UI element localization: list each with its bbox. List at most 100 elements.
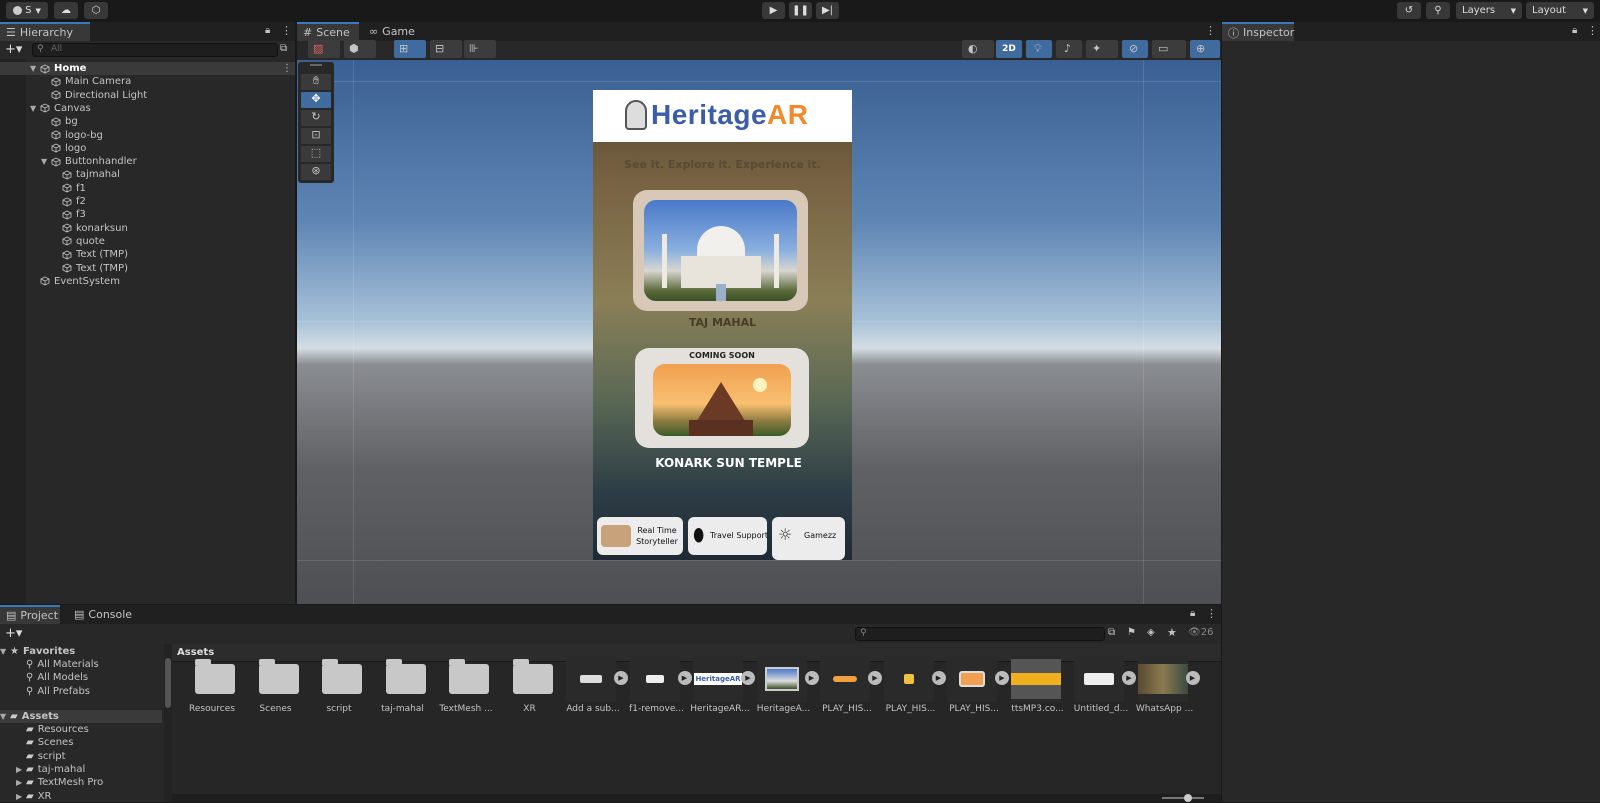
folder-icon — [195, 659, 235, 694]
hierarchy-item[interactable]: tajmahal — [0, 168, 295, 181]
hierarchy-item[interactable]: f3 — [0, 208, 295, 221]
step-button[interactable]: ▶| — [816, 2, 839, 19]
hand-tool[interactable]: ✋︎ — [301, 74, 331, 90]
hierarchy-item[interactable]: konarksun — [0, 222, 295, 235]
account-dropdown[interactable]: S ▼ — [6, 2, 48, 19]
draw-mode-button[interactable]: ◐ — [962, 40, 994, 58]
tab-scene[interactable]: # Scene — [297, 22, 359, 41]
hierarchy-item[interactable]: quote — [0, 235, 295, 248]
hierarchy-item-label: Buttonhandler — [65, 156, 137, 168]
unity-scene-icon — [40, 63, 50, 74]
asset-label: WhatsApp ... — [1135, 704, 1194, 714]
hierarchy-item[interactable]: Text (TMP) — [0, 248, 295, 261]
hierarchy-item[interactable]: logo — [0, 142, 295, 155]
rect-tool[interactable]: ⬚ — [301, 146, 331, 162]
cloud-button[interactable]: ☁ — [54, 2, 78, 19]
more-options-icon[interactable]: ⋮ — [281, 24, 292, 37]
hierarchy-item[interactable]: Directional Light — [0, 89, 295, 102]
expand-play-icon[interactable]: ▶ — [995, 671, 1009, 685]
expand-play-icon[interactable]: ▶ — [1185, 671, 1200, 685]
expand-play-icon[interactable]: ▶ — [677, 671, 692, 685]
hierarchy-item[interactable]: EventSystem — [0, 275, 295, 288]
hierarchy-item-label: f1 — [76, 182, 86, 194]
scale-tool[interactable]: ⊡ — [301, 128, 331, 144]
expand-play-icon[interactable]: ▶ — [804, 671, 819, 685]
expand-play-icon[interactable]: ▶ — [868, 671, 882, 685]
gameobject-icon — [51, 157, 61, 167]
hierarchy-item-label: Text (TMP) — [76, 262, 128, 274]
travel-support-button[interactable]: ⬮ Travel Support — [688, 517, 768, 555]
transform-tool[interactable]: ⊛ — [301, 164, 331, 180]
storyteller-icon — [601, 525, 631, 547]
asset-label: TextMesh ... — [439, 704, 493, 714]
hierarchy-item[interactable]: logo-bg — [0, 129, 295, 142]
gameobject-icon — [51, 143, 61, 153]
tab-inspector[interactable]: ⓘ Inspector — [1222, 22, 1294, 41]
hierarchy-item-label: Text (TMP) — [76, 249, 128, 261]
hierarchy-item-label: konarksun — [76, 222, 128, 234]
expand-arrow-icon[interactable]: ▼ — [30, 104, 40, 113]
konark-card[interactable]: COMING SOON — [635, 348, 809, 448]
gizmos-dropdown[interactable]: ⊕ — [1190, 40, 1220, 58]
hierarchy-item[interactable]: Main Camera — [0, 75, 295, 88]
hierarchy-item[interactable]: f2 — [0, 195, 295, 208]
tab-hierarchy[interactable]: ☰ Hierarchy — [0, 22, 90, 41]
expand-play-icon[interactable]: ▶ — [741, 671, 755, 685]
layout-dropdown[interactable]: Layout ▼ — [1526, 2, 1594, 19]
layers-dropdown[interactable]: Layers ▼ — [1456, 2, 1522, 19]
step-icon: ▶| — [821, 5, 834, 16]
tab-game[interactable]: ∞ Game — [363, 22, 419, 41]
more-options-icon[interactable]: ⋮ — [282, 63, 292, 74]
add-object-button[interactable]: +▾ — [5, 42, 22, 57]
lightbulb-icon: ☼ — [778, 525, 793, 544]
hidden-objects-toggle[interactable]: ⊘ — [1122, 40, 1148, 58]
lock-icon[interactable]: 🔒︎ — [265, 25, 270, 36]
snap-toggle[interactable]: ⊞ — [394, 40, 426, 58]
gizmo-tool-dropdown[interactable]: ▨ — [308, 40, 340, 58]
tajmahal-card[interactable] — [633, 190, 808, 311]
eye-slash-icon: ⊘ — [1129, 42, 1139, 55]
search-icon: ⚲ — [1434, 5, 1442, 16]
hierarchy-item[interactable]: f1 — [0, 182, 295, 195]
asset-label: PLAY_HIS... — [822, 704, 872, 714]
hierarchy-item[interactable]: ▼ Home ⋮ — [0, 62, 295, 75]
grid-snap-dropdown[interactable]: ⊟ — [430, 40, 462, 58]
expand-arrow-icon[interactable]: ▼ — [41, 157, 51, 166]
storyteller-button[interactable]: Real Time Storyteller — [597, 517, 683, 555]
rotate-tool[interactable]: ↻ — [301, 110, 331, 126]
tajmahal-label: TAJ MAHAL — [688, 316, 757, 329]
main-toolbar: S ▼ ☁ ⬡ ▶ ❚❚ ▶| ↺ ⚲ Layers ▼ Layout ▼ — [0, 0, 1600, 21]
lock-icon[interactable]: 🔒︎ — [1572, 25, 1577, 36]
play-button[interactable]: ▶ — [762, 2, 785, 19]
effects-dropdown[interactable]: ✦ — [1086, 40, 1118, 58]
lighting-toggle[interactable]: 💡︎ — [1026, 40, 1052, 58]
undo-history-button[interactable]: ↺ — [1397, 2, 1421, 19]
move-tool[interactable]: ✥ — [301, 92, 331, 108]
2d-toggle[interactable]: 2D — [996, 40, 1022, 58]
image-thumbnail — [629, 656, 680, 702]
expand-arrow-icon[interactable]: ▼ — [30, 64, 40, 73]
pause-button[interactable]: ❚❚ — [789, 2, 812, 19]
asset-label: script — [326, 704, 352, 714]
hierarchy-item[interactable]: Text (TMP) — [0, 262, 295, 275]
search-button[interactable]: ⚲ — [1426, 2, 1450, 19]
hierarchy-item[interactable]: bg — [0, 115, 295, 128]
expand-play-icon[interactable]: ▶ — [614, 671, 628, 685]
gamezz-button[interactable]: ☼ Gamezz — [772, 517, 845, 560]
camera-dropdown[interactable]: ▭ — [1152, 40, 1186, 58]
more-options-icon[interactable]: ⋮ — [1587, 24, 1598, 37]
services-button[interactable]: ⬡ — [84, 2, 108, 19]
more-options-icon[interactable]: ⋮ — [1205, 24, 1216, 37]
hierarchy-item[interactable]: ▼ Canvas — [0, 102, 295, 115]
expand-play-icon[interactable]: ▶ — [1122, 671, 1136, 685]
audio-toggle[interactable]: ♪ — [1056, 40, 1082, 58]
shading-dropdown[interactable]: ⬢ — [344, 40, 376, 58]
expand-play-icon[interactable]: ▶ — [931, 671, 946, 685]
gameobject-icon — [51, 90, 61, 100]
increment-snap-dropdown[interactable]: ⊪ — [464, 40, 496, 58]
asset-label: PLAY_HIS... — [885, 704, 936, 714]
list-icon: ☰ — [6, 26, 16, 39]
hierarchy-search-input[interactable]: ⚲ All — [32, 43, 278, 57]
hierarchy-item[interactable]: ▼ Buttonhandler — [0, 155, 295, 168]
search-options-icon[interactable]: ⧉ — [280, 43, 287, 54]
